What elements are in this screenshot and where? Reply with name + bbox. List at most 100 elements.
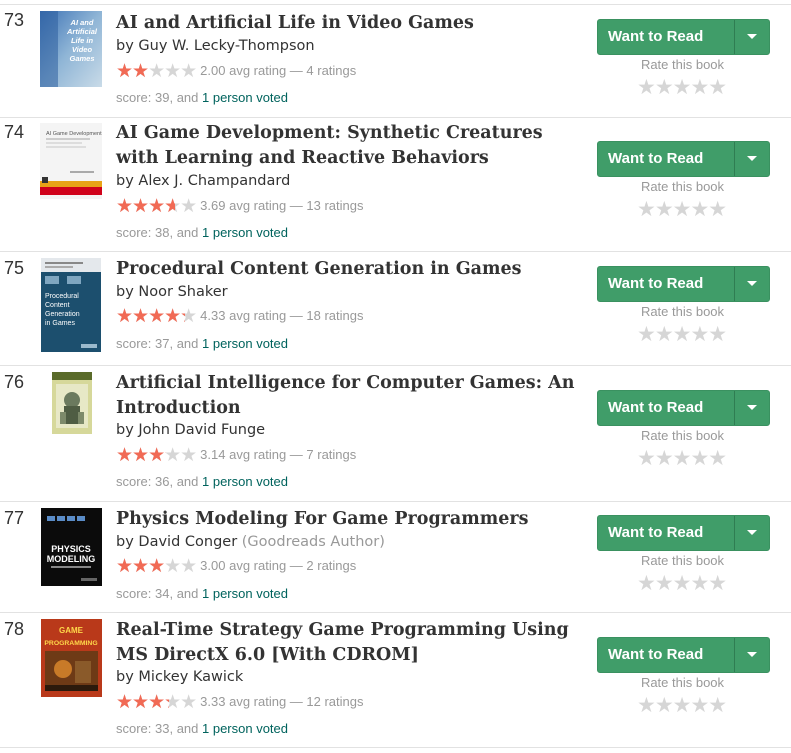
rate-stars[interactable]: ★★★★★ — [637, 448, 727, 469]
svg-text:Generation: Generation — [45, 311, 80, 318]
svg-text:AI and: AI and — [70, 18, 94, 27]
book-row: 73 AI and Artificial Life in Video Games… — [0, 4, 791, 118]
voters-link[interactable]: 1 person voted — [202, 721, 288, 736]
avg-rating-stars: ★★★★★★★★★★ — [116, 445, 197, 466]
score-line: score: 34, and 1 person voted — [116, 586, 289, 601]
book-cover[interactable]: Procedural Content Generation in Games — [41, 258, 101, 352]
rank-number: 75 — [4, 258, 25, 278]
rating-line: ★★★★★★★★★★3.00 avg rating — 2 ratings — [116, 557, 356, 576]
rate-this-book-label: Rate this book — [640, 553, 725, 568]
svg-text:PHYSICS: PHYSICS — [51, 544, 91, 554]
rating-text: 3.33 avg rating — 12 ratings — [200, 694, 364, 709]
voters-link[interactable]: 1 person voted — [202, 225, 288, 240]
rating-line: ★★★★★★★★★★3.69 avg rating — 13 ratings — [116, 197, 364, 216]
want-to-read-label[interactable]: Want to Read — [598, 142, 734, 176]
author-line: by Mickey Kawick — [116, 669, 244, 685]
score-line: score: 33, and 1 person voted — [116, 721, 289, 736]
voters-link[interactable]: 1 person voted — [202, 90, 288, 105]
book-row: 76 Artificial Intelligence for Computer … — [0, 366, 791, 502]
author-link[interactable]: Guy W. Lecky-Thompson — [138, 38, 314, 54]
book-title-link[interactable]: Procedural Content Generation in Games — [116, 257, 586, 282]
book-row: 77 PHYSICS MODELING Physics Modeling For… — [0, 502, 791, 613]
rank-number: 77 — [4, 508, 25, 528]
svg-text:Video: Video — [72, 45, 93, 54]
svg-text:Procedural: Procedural — [45, 293, 79, 300]
rank-number: 78 — [4, 619, 25, 639]
author-line: by David Conger (Goodreads Author) — [116, 534, 385, 550]
chevron-down-icon[interactable] — [735, 638, 769, 672]
want-to-read-button[interactable]: Want to Read — [597, 141, 770, 177]
rank-number: 73 — [4, 10, 25, 30]
chevron-down-icon[interactable] — [735, 267, 769, 301]
book-cover[interactable]: PHYSICS MODELING — [41, 508, 102, 586]
svg-text:in Games: in Games — [45, 320, 75, 327]
author-link[interactable]: Noor Shaker — [138, 284, 227, 300]
rating-text: 2.00 avg rating — 4 ratings — [200, 63, 357, 78]
book-title-link[interactable]: AI and Artificial Life in Video Games — [116, 11, 586, 36]
score-line: score: 36, and 1 person voted — [116, 474, 289, 489]
rating-line: ★★★★★★★★★★2.00 avg rating — 4 ratings — [116, 62, 356, 81]
want-to-read-label[interactable]: Want to Read — [598, 20, 734, 54]
author-line: by Guy W. Lecky-Thompson — [116, 38, 315, 54]
want-to-read-button[interactable]: Want to Read — [597, 19, 770, 55]
book-title-link[interactable]: Physics Modeling For Game Programmers — [116, 507, 586, 532]
book-cover[interactable]: GAME PROGRAMMING — [41, 619, 102, 697]
want-to-read-button[interactable]: Want to Read — [597, 266, 770, 302]
voters-link[interactable]: 1 person voted — [202, 586, 288, 601]
book-row: 75 Procedural Content Generation in Game… — [0, 252, 791, 366]
rate-this-book-label: Rate this book — [640, 428, 725, 443]
score-line: score: 39, and 1 person voted — [116, 90, 289, 105]
want-to-read-label[interactable]: Want to Read — [598, 391, 734, 425]
chevron-down-icon[interactable] — [735, 391, 769, 425]
want-to-read-label[interactable]: Want to Read — [598, 516, 734, 550]
author-link[interactable]: David Conger — [138, 534, 237, 550]
want-to-read-button[interactable]: Want to Read — [597, 515, 770, 551]
book-title-link[interactable]: Real-Time Strategy Game Programming Usin… — [116, 618, 586, 668]
avg-rating-stars: ★★★★★★★★★★ — [116, 196, 197, 217]
rate-stars[interactable]: ★★★★★ — [637, 695, 727, 716]
chevron-down-icon[interactable] — [735, 20, 769, 54]
book-title-link[interactable]: AI Game Development: Synthetic Creatures… — [116, 121, 586, 171]
author-link[interactable]: Alex J. Champandard — [138, 173, 290, 189]
rating-line: ★★★★★★★★★★3.14 avg rating — 7 ratings — [116, 446, 356, 465]
want-to-read-button[interactable]: Want to Read — [597, 637, 770, 673]
svg-text:GAME: GAME — [59, 626, 84, 635]
book-cover[interactable] — [52, 372, 92, 434]
book-cover[interactable]: AI Game Development — [40, 123, 102, 199]
rating-line: ★★★★★★★★★★4.33 avg rating — 18 ratings — [116, 307, 364, 326]
rate-this-book-label: Rate this book — [640, 304, 725, 319]
chevron-down-icon[interactable] — [735, 142, 769, 176]
svg-text:Artificial: Artificial — [66, 27, 98, 36]
rate-stars[interactable]: ★★★★★ — [637, 324, 727, 345]
svg-text:PROGRAMMING: PROGRAMMING — [44, 640, 97, 647]
rating-line: ★★★★★★★★★★3.33 avg rating — 12 ratings — [116, 693, 364, 712]
rate-this-book-label: Rate this book — [640, 179, 725, 194]
author-line: by Alex J. Champandard — [116, 173, 291, 189]
rating-text: 3.00 avg rating — 2 ratings — [200, 558, 357, 573]
book-row: 74 AI Game Development AI Game Developme… — [0, 117, 791, 252]
rate-stars[interactable]: ★★★★★ — [637, 199, 727, 220]
svg-text:Games: Games — [69, 54, 94, 63]
chevron-down-icon[interactable] — [735, 516, 769, 550]
score-line: score: 37, and 1 person voted — [116, 336, 289, 351]
rate-stars[interactable]: ★★★★★ — [637, 573, 727, 594]
want-to-read-button[interactable]: Want to Read — [597, 390, 770, 426]
rating-text: 4.33 avg rating — 18 ratings — [200, 308, 364, 323]
avg-rating-stars: ★★★★★★★★★★ — [116, 692, 197, 713]
rate-stars[interactable]: ★★★★★ — [637, 77, 727, 98]
want-to-read-label[interactable]: Want to Read — [598, 267, 734, 301]
book-title-link[interactable]: Artificial Intelligence for Computer Gam… — [116, 371, 586, 421]
svg-text:MODELING: MODELING — [47, 554, 96, 564]
want-to-read-label[interactable]: Want to Read — [598, 638, 734, 672]
author-line: by John David Funge — [116, 422, 266, 438]
book-cover[interactable]: AI and Artificial Life in Video Games — [40, 11, 102, 87]
author-role: (Goodreads Author) — [241, 534, 385, 550]
author-line: by Noor Shaker — [116, 284, 228, 300]
rate-this-book-label: Rate this book — [640, 675, 725, 690]
author-link[interactable]: Mickey Kawick — [138, 669, 243, 685]
svg-text:Content: Content — [45, 302, 70, 309]
voters-link[interactable]: 1 person voted — [202, 336, 288, 351]
author-link[interactable]: John David Funge — [138, 422, 265, 438]
voters-link[interactable]: 1 person voted — [202, 474, 288, 489]
rating-text: 3.69 avg rating — 13 ratings — [200, 198, 364, 213]
